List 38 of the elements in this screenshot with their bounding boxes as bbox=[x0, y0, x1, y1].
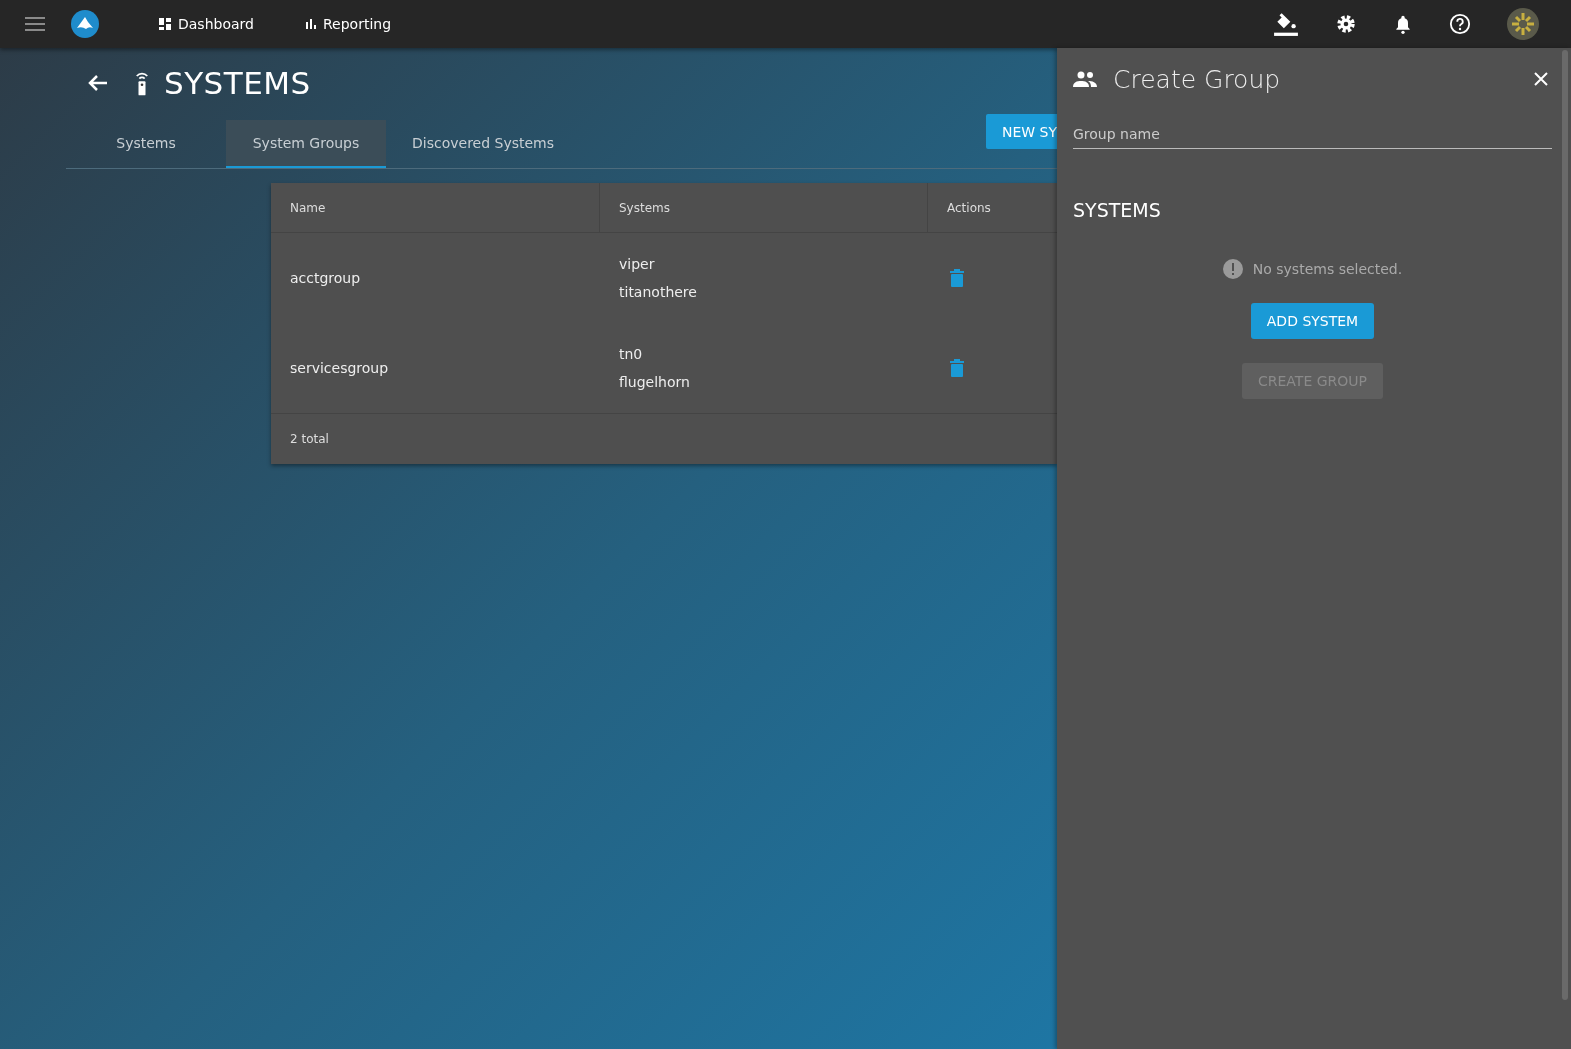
close-icon[interactable] bbox=[1534, 72, 1548, 86]
notification-bell-icon[interactable] bbox=[1393, 14, 1413, 34]
logo-icon[interactable] bbox=[71, 10, 99, 38]
add-system-button[interactable]: ADD SYSTEM bbox=[1250, 303, 1375, 339]
empty-message: No systems selected. bbox=[1252, 261, 1403, 277]
bar-chart-icon bbox=[305, 19, 316, 29]
delete-icon[interactable] bbox=[950, 359, 964, 377]
new-system-button[interactable]: NEW SY bbox=[985, 114, 1057, 149]
dashboard-icon bbox=[159, 18, 171, 30]
table-cell: tn0 bbox=[619, 346, 643, 362]
nav-link[interactable]: Dashboard bbox=[159, 16, 254, 32]
nav-link[interactable]: Reporting bbox=[305, 16, 392, 32]
delete-icon[interactable] bbox=[950, 269, 964, 287]
page-title: SYSTEMS bbox=[164, 65, 311, 101]
alert-icon bbox=[1222, 259, 1243, 279]
scrollbar[interactable] bbox=[1562, 50, 1568, 1000]
tab[interactable]: Discovered Systems bbox=[386, 120, 581, 168]
tab[interactable]: Systems bbox=[66, 120, 226, 168]
tab[interactable]: System Groups bbox=[226, 120, 386, 168]
column-header: Actions bbox=[946, 199, 992, 217]
table-cell: acctgroup bbox=[290, 270, 361, 286]
total-count: 2 total bbox=[290, 432, 329, 446]
table-cell: titanothere bbox=[619, 284, 697, 300]
group-name-field[interactable]: Group name bbox=[1073, 120, 1552, 149]
table-cell: servicesgroup bbox=[290, 360, 389, 376]
section-heading: SYSTEMS bbox=[1073, 199, 1162, 221]
avatar-icon[interactable] bbox=[1507, 8, 1539, 40]
column-header: Name bbox=[271, 183, 600, 232]
table-cell: viper bbox=[619, 256, 655, 272]
remote-icon bbox=[135, 70, 149, 96]
table-cell: flugelhorn bbox=[619, 374, 690, 390]
panel-title: Create Group bbox=[1113, 64, 1282, 94]
settings-icon[interactable] bbox=[1335, 13, 1357, 35]
menu-icon[interactable] bbox=[25, 17, 45, 31]
column-header: Systems bbox=[600, 183, 928, 232]
group-icon bbox=[1073, 71, 1097, 87]
paint-bucket-icon[interactable] bbox=[1273, 11, 1299, 37]
help-icon[interactable] bbox=[1449, 13, 1471, 35]
